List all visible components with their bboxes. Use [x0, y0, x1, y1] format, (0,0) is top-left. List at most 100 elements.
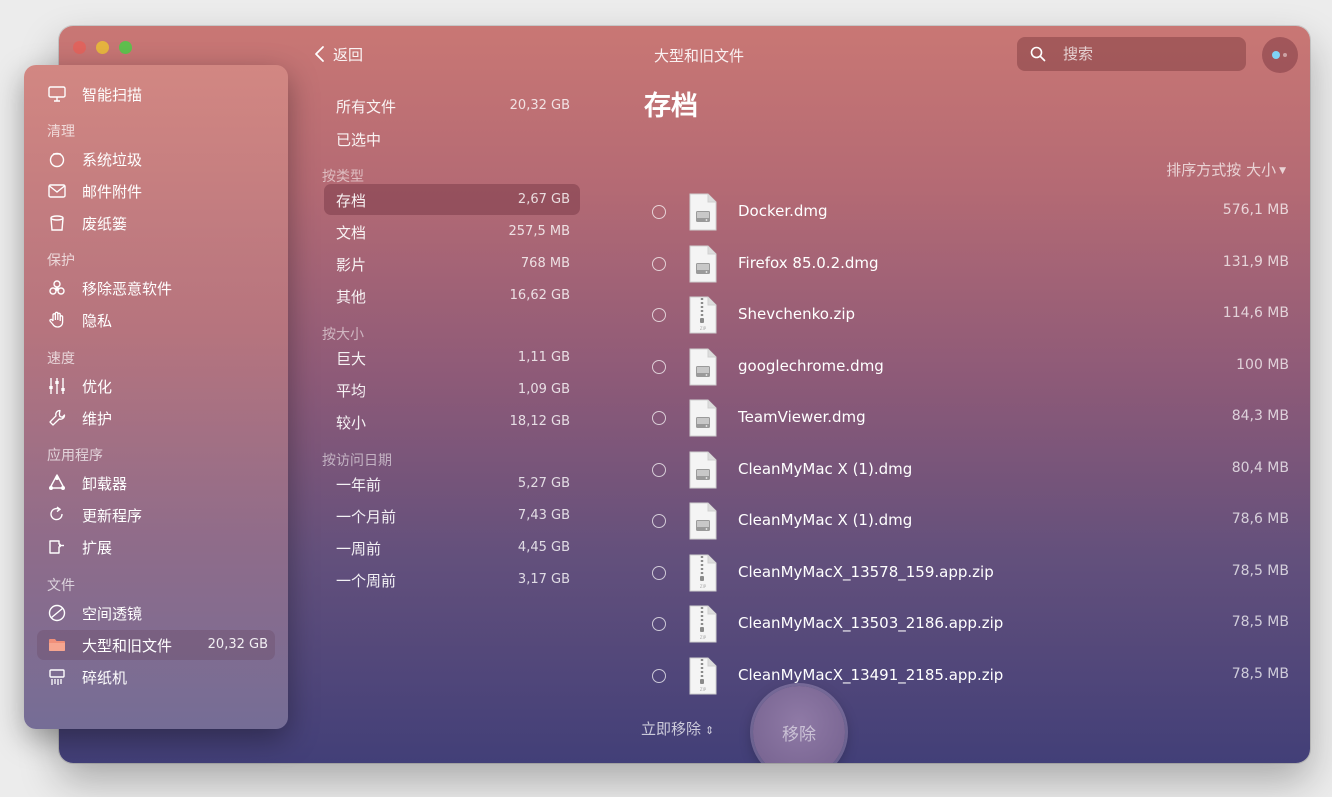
- extensions-icon: [49, 540, 64, 554]
- sidebar-item-label: 空间透镜: [82, 605, 143, 623]
- category-medium[interactable]: 平均 1,09 GB: [324, 374, 580, 405]
- back-button[interactable]: 返回: [314, 43, 363, 65]
- category-label: 影片: [336, 256, 367, 274]
- file-size: 78,5 MB: [1231, 562, 1289, 579]
- sidebar-item-smart-scan[interactable]: 智能扫描: [37, 79, 275, 109]
- file-row[interactable]: ZIP Shevchenko.zip 114,6 MB: [639, 293, 1289, 339]
- sidebar-item-optimization[interactable]: 优化: [37, 371, 275, 401]
- remove-button-label: 移除: [782, 725, 816, 745]
- category-weeks-ago[interactable]: 一个周前 3,17 GB: [324, 564, 580, 595]
- remove-now-dropdown[interactable]: 立即移除 ⇕: [641, 718, 714, 739]
- select-checkbox[interactable]: [652, 462, 666, 477]
- sort-dropdown[interactable]: 排序方式按 大小 ▼: [1166, 159, 1286, 180]
- file-row[interactable]: TeamViewer.dmg 84,3 MB: [639, 396, 1289, 442]
- category-label: 一年前: [336, 476, 382, 494]
- select-checkbox[interactable]: [652, 205, 666, 219]
- category-year-ago[interactable]: 一年前 5,27 GB: [324, 468, 580, 499]
- file-row[interactable]: ZIP CleanMyMacX_13503_2186.app.zip 78,5 MB: [639, 602, 1289, 648]
- assistant-dot-icon: [1272, 51, 1280, 59]
- up-down-chevron-icon: ⇕: [705, 724, 715, 737]
- sidebar-item-maintenance[interactable]: 维护: [37, 403, 275, 433]
- category-other[interactable]: 其他 16,62 GB: [324, 280, 580, 311]
- file-name: CleanMyMacX_13491_2185.app.zip: [738, 665, 1004, 684]
- category-archives[interactable]: 存档 2,67 GB: [324, 184, 580, 215]
- category-movies[interactable]: 影片 768 MB: [324, 248, 580, 279]
- file-row[interactable]: Docker.dmg 576,1 MB: [639, 190, 1289, 236]
- category-size: 7,43 GB: [517, 508, 570, 523]
- category-size: 18,12 GB: [509, 414, 570, 429]
- hand-icon: [49, 311, 64, 328]
- file-size: 78,6 MB: [1231, 511, 1289, 527]
- sidebar-item-uninstaller[interactable]: 卸载器: [37, 468, 275, 498]
- category-label: 平均: [336, 382, 367, 400]
- sidebar-item-extensions[interactable]: 扩展: [37, 532, 275, 562]
- file-name: CleanMyMacX_13578_159.app.zip: [738, 562, 994, 581]
- category-size: 1,09 GB: [517, 382, 570, 397]
- category-size: 3,17 GB: [517, 572, 570, 587]
- category-label: 较小: [336, 414, 367, 432]
- category-small[interactable]: 较小 18,12 GB: [324, 406, 580, 437]
- close-window-button[interactable]: [73, 41, 86, 54]
- zip-file-icon: ZIP: [689, 657, 717, 694]
- sidebar-item-malware-removal[interactable]: 移除恶意软件: [37, 273, 275, 303]
- category-documents[interactable]: 文档 257,5 MB: [324, 216, 580, 247]
- select-checkbox[interactable]: [652, 514, 666, 528]
- select-checkbox[interactable]: [652, 359, 666, 374]
- dmg-file-icon: [689, 451, 717, 488]
- sidebar-item-label: 扩展: [82, 539, 113, 557]
- sidebar-item-label: 移除恶意软件: [82, 280, 173, 298]
- file-row[interactable]: googlechrome.dmg 100 MB: [639, 345, 1289, 391]
- sidebar-item-large-old-files[interactable]: 大型和旧文件 20,32 GB: [37, 630, 275, 660]
- file-name: googlechrome.dmg: [738, 356, 884, 375]
- sidebar-item-trash[interactable]: 废纸篓: [37, 208, 275, 238]
- sidebar-heading-protection: 保护: [47, 253, 75, 269]
- select-checkbox[interactable]: [652, 256, 666, 271]
- caret-down-icon: ▼: [1279, 166, 1286, 176]
- select-checkbox[interactable]: [652, 411, 666, 425]
- zip-file-icon: ZIP: [689, 554, 717, 591]
- category-month-ago[interactable]: 一个月前 7,43 GB: [324, 500, 580, 531]
- file-row[interactable]: ZIP CleanMyMacX_13578_159.app.zip 78,5 MB: [639, 551, 1289, 597]
- sidebar-item-space-lens[interactable]: 空间透镜: [37, 598, 275, 628]
- category-huge[interactable]: 巨大 1,11 GB: [324, 342, 580, 373]
- assistant-button[interactable]: [1262, 37, 1298, 73]
- dmg-file-icon: [689, 348, 717, 385]
- search-input[interactable]: [1063, 37, 1233, 71]
- category-week-ago[interactable]: 一周前 4,45 GB: [324, 532, 580, 563]
- sidebar-item-label: 系统垃圾: [82, 151, 143, 169]
- svg-text:ZIP: ZIP: [700, 687, 707, 692]
- space-lens-icon: [48, 604, 66, 622]
- mail-icon: [48, 184, 66, 198]
- file-row[interactable]: ZIP CleanMyMacX_13491_2185.app.zip 78,5 MB: [639, 654, 1289, 700]
- file-size: 131,9 MB: [1222, 253, 1289, 270]
- sidebar-item-label: 废纸篓: [82, 215, 128, 233]
- select-checkbox[interactable]: [652, 617, 666, 631]
- select-checkbox[interactable]: [652, 565, 666, 580]
- file-row[interactable]: Firefox 85.0.2.dmg 131,9 MB: [639, 242, 1289, 288]
- select-checkbox[interactable]: [652, 668, 666, 683]
- category-label: 其他: [336, 288, 367, 306]
- sidebar-item-label: 邮件附件: [82, 183, 143, 201]
- category-all-files[interactable]: 所有文件 20,32 GB: [324, 90, 580, 121]
- category-selected[interactable]: 已选中: [324, 123, 580, 154]
- sidebar-item-label: 维护: [82, 410, 113, 428]
- sidebar-item-mail-attachments[interactable]: 邮件附件: [37, 176, 275, 206]
- zoom-window-button[interactable]: [119, 41, 132, 54]
- sidebar-item-shredder[interactable]: 碎纸机: [37, 662, 275, 692]
- sidebar-item-system-junk[interactable]: 系统垃圾: [37, 144, 275, 174]
- sidebar-heading-speed: 速度: [47, 351, 75, 367]
- select-checkbox[interactable]: [652, 308, 666, 322]
- search-box[interactable]: [1017, 37, 1246, 71]
- chevron-left-icon: [315, 46, 324, 62]
- sidebar-item-privacy[interactable]: 隐私: [37, 305, 275, 335]
- category-label: 已选中: [336, 131, 382, 149]
- sliders-icon: [49, 378, 65, 394]
- file-name: Shevchenko.zip: [738, 305, 856, 323]
- search-icon: [1030, 46, 1046, 62]
- minimize-window-button[interactable]: [96, 41, 109, 54]
- file-row[interactable]: CleanMyMac X (1).dmg 78,6 MB: [639, 499, 1289, 545]
- sidebar-item-updater[interactable]: 更新程序: [37, 500, 275, 530]
- dmg-file-icon: [689, 193, 717, 231]
- category-heading-by-size: 按大小: [322, 327, 364, 343]
- file-row[interactable]: CleanMyMac X (1).dmg 80,4 MB: [639, 448, 1289, 494]
